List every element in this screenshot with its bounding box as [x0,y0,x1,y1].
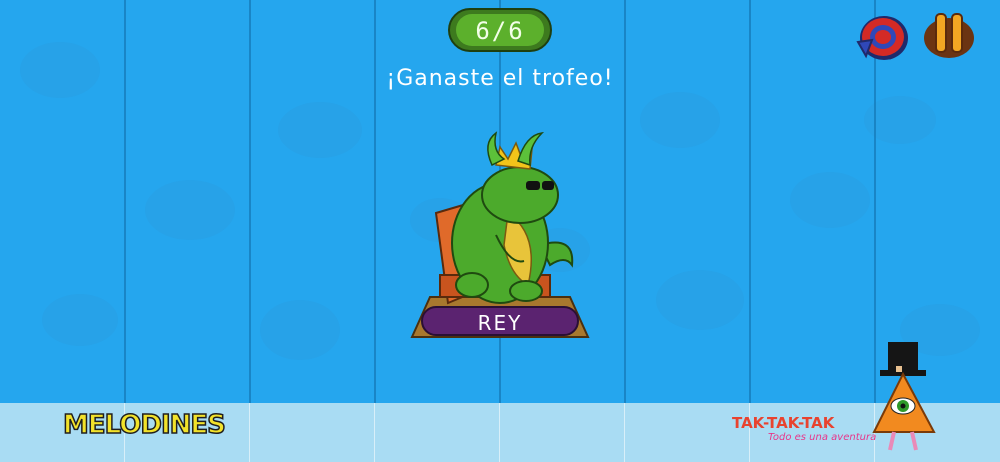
score-text: 6/6 [475,17,525,45]
footer-divider [624,403,625,462]
trophy-name: REY [477,311,523,335]
game-stage: 6/6 ¡Ganaste el trofeo! REY [0,0,1000,403]
restart-icon [856,16,908,60]
panel-divider [749,0,751,403]
pause-button[interactable] [922,10,976,60]
taktaktak-logo: TAK-TAK-TAK [732,414,835,432]
restart-button[interactable] [852,12,912,64]
trophy-message: ¡Ganaste el trofeo! [386,66,614,91]
footer-divider [374,403,375,462]
score-counter: 6/6 [448,8,552,52]
panel-divider [624,0,626,403]
panel-divider [124,0,126,403]
footer-divider [499,403,500,462]
panel-divider [374,0,376,403]
panel-divider [249,0,251,403]
melodines-logo: MELODINES [62,409,226,441]
taktaktak-tagline: Todo es una aventura [768,432,877,443]
footer-divider [249,403,250,462]
pause-icon [924,13,974,58]
mascot-character [872,342,936,451]
footer-divider [749,403,750,462]
